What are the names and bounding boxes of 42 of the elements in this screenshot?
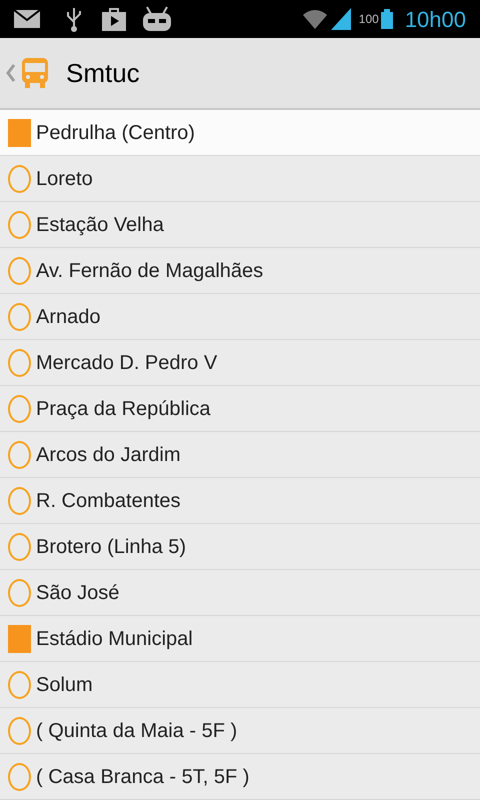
back-chevron-icon: [6, 64, 16, 82]
stop-name: Loreto: [36, 166, 93, 192]
stop-row[interactable]: Praça da República: [0, 386, 480, 432]
stop-name: R. Combatentes: [36, 488, 181, 514]
stop-row[interactable]: Solum: [0, 662, 480, 708]
stop-name: Estádio Municipal: [36, 626, 193, 652]
stop-name: Praça da República: [36, 396, 211, 422]
stop-name: Solum: [36, 672, 93, 698]
stop-row[interactable]: R. Combatentes: [0, 478, 480, 524]
robot-face-icon: [142, 6, 172, 32]
stop-name: Arnado: [36, 304, 100, 330]
mail-icon: [14, 10, 40, 28]
clock: 10h00: [404, 6, 466, 34]
stop-name: Estação Velha: [36, 212, 164, 238]
app-title: Smtuc: [66, 56, 140, 90]
usb-icon: [66, 6, 82, 32]
wifi-icon: [302, 9, 327, 29]
stop-name: ( Casa Branca - 5T, 5F ): [36, 764, 250, 790]
stop-row[interactable]: Arcos do Jardim: [0, 432, 480, 478]
signal-icon: [330, 8, 351, 30]
stop-name: Arcos do Jardim: [36, 442, 180, 468]
stop-name: Mercado D. Pedro V: [36, 350, 218, 376]
stop-row[interactable]: São José: [0, 570, 480, 616]
stop-name: São José: [36, 580, 120, 606]
stop-name: Pedrulha (Centro): [36, 120, 195, 146]
stop-name: Av. Fernão de Magalhães: [36, 258, 264, 284]
stop-row[interactable]: ( Casa Branca - 5T, 5F ): [0, 754, 480, 800]
stop-row[interactable]: Loreto: [0, 156, 480, 202]
stop-name: ( Quinta da Maia - 5F ): [36, 718, 238, 744]
play-store-icon: [102, 7, 126, 31]
stop-row[interactable]: Brotero (Linha 5): [0, 524, 480, 570]
battery-level: 100: [358, 11, 379, 28]
stop-row[interactable]: Arnado: [0, 294, 480, 340]
bus-icon: [22, 58, 48, 88]
stop-row[interactable]: Pedrulha (Centro): [0, 110, 480, 156]
stop-name: Brotero (Linha 5): [36, 534, 186, 560]
stop-row[interactable]: Estação Velha: [0, 202, 480, 248]
stop-row[interactable]: ( Quinta da Maia - 5F ): [0, 708, 480, 754]
stop-row[interactable]: Estádio Municipal: [0, 616, 480, 662]
stop-row[interactable]: Mercado D. Pedro V: [0, 340, 480, 386]
stop-row[interactable]: Av. Fernão de Magalhães: [0, 248, 480, 294]
battery-icon: [380, 9, 393, 29]
